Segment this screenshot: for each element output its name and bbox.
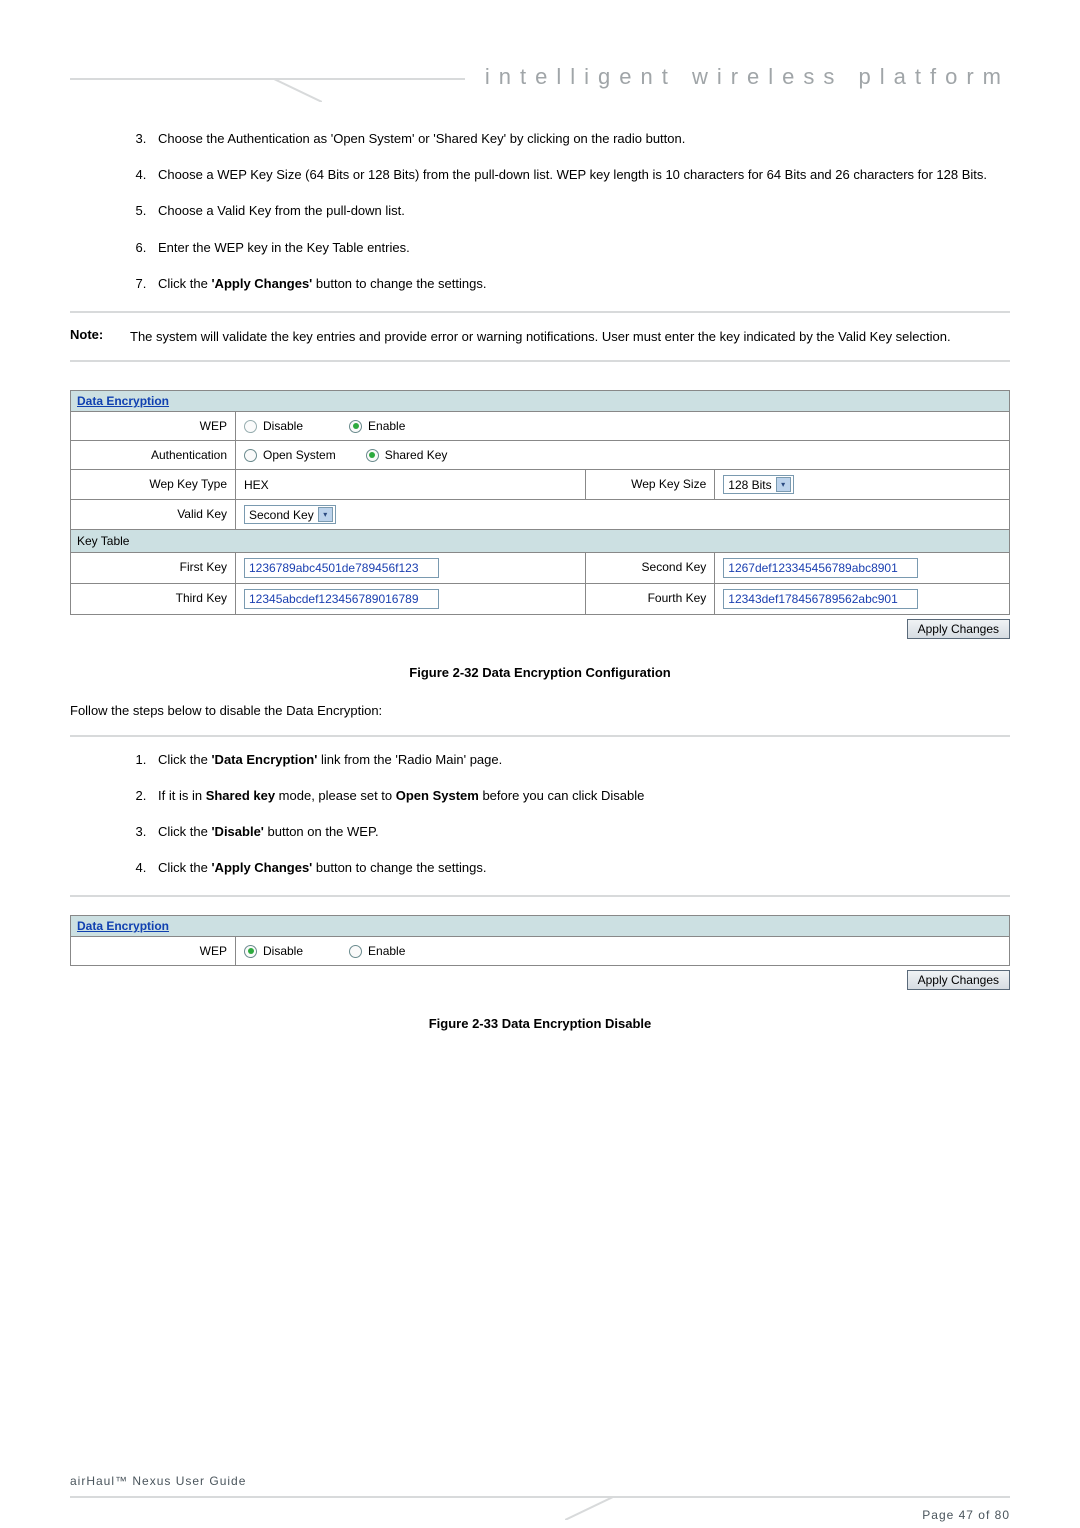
auth-shared-radio[interactable] bbox=[366, 449, 379, 462]
step-item: If it is in Shared key mode, please set … bbox=[150, 787, 1000, 805]
auth-shared-text: Shared Key bbox=[385, 448, 448, 462]
wep-enable-radio[interactable] bbox=[349, 945, 362, 958]
note-text: The system will validate the key entries… bbox=[130, 327, 1010, 347]
wepkeysize-select[interactable]: 128 Bits ▾ bbox=[723, 475, 793, 494]
step-item: Choose a WEP Key Size (64 Bits or 128 Bi… bbox=[150, 166, 1000, 184]
wep-label: WEP bbox=[71, 412, 236, 440]
step-item: Enter the WEP key in the Key Table entri… bbox=[150, 239, 1000, 257]
footer-product: airHaul™ Nexus User Guide bbox=[70, 1474, 246, 1488]
auth-label: Authentication bbox=[71, 441, 236, 469]
wepkeysize-label: Wep Key Size bbox=[585, 470, 715, 499]
firstkey-input[interactable] bbox=[244, 558, 439, 578]
keytable-header: Key Table bbox=[71, 530, 1009, 553]
wep-enable-text: Enable bbox=[368, 944, 405, 958]
firstkey-label: First Key bbox=[71, 553, 236, 583]
figure-caption-1: Figure 2-32 Data Encryption Configuratio… bbox=[70, 665, 1010, 680]
wep-disable-text: Disable bbox=[263, 944, 303, 958]
steps-list-1: Choose the Authentication as 'Open Syste… bbox=[150, 130, 1000, 293]
chevron-down-icon: ▾ bbox=[776, 477, 791, 492]
note-block: Note: The system will validate the key e… bbox=[70, 327, 1010, 347]
auth-open-text: Open System bbox=[263, 448, 336, 462]
fourthkey-input[interactable] bbox=[723, 589, 918, 609]
follow-text: Follow the steps below to disable the Da… bbox=[70, 702, 1010, 720]
secondkey-label: Second Key bbox=[585, 553, 715, 583]
wep-label: WEP bbox=[71, 937, 236, 965]
footer-page-number: Page 47 of 80 bbox=[922, 1508, 1010, 1522]
wep-disable-text: Disable bbox=[263, 419, 303, 433]
fourthkey-label: Fourth Key bbox=[585, 584, 715, 614]
panel-title-link[interactable]: Data Encryption bbox=[71, 916, 1009, 937]
header-tagline: intelligent wireless platform bbox=[465, 64, 1010, 90]
thirdkey-label: Third Key bbox=[71, 584, 236, 614]
thirdkey-input[interactable] bbox=[244, 589, 439, 609]
apply-changes-button[interactable]: Apply Changes bbox=[907, 970, 1010, 990]
page-footer: airHaul™ Nexus User Guide Page 47 of 80 bbox=[70, 1496, 1010, 1498]
figure-caption-2: Figure 2-33 Data Encryption Disable bbox=[70, 1016, 1010, 1031]
wep-disable-radio[interactable] bbox=[244, 420, 257, 433]
steps-list-2: Click the 'Data Encryption' link from th… bbox=[150, 751, 1000, 878]
step-item: Click the 'Apply Changes' button to chan… bbox=[150, 275, 1000, 293]
validkey-select[interactable]: Second Key ▾ bbox=[244, 505, 336, 524]
wepkeytype-label: Wep Key Type bbox=[71, 470, 236, 499]
validkey-label: Valid Key bbox=[71, 500, 236, 529]
wep-enable-text: Enable bbox=[368, 419, 405, 433]
apply-changes-button[interactable]: Apply Changes bbox=[907, 619, 1010, 639]
wep-enable-radio[interactable] bbox=[349, 420, 362, 433]
note-label: Note: bbox=[70, 327, 130, 347]
data-encryption-panel-enabled: Data Encryption WEP Disable Enable Authe… bbox=[70, 390, 1010, 615]
wep-disable-radio[interactable] bbox=[244, 945, 257, 958]
auth-open-radio[interactable] bbox=[244, 449, 257, 462]
step-item: Choose the Authentication as 'Open Syste… bbox=[150, 130, 1000, 148]
step-item: Click the 'Apply Changes' button to chan… bbox=[150, 859, 1000, 877]
data-encryption-panel-disabled: Data Encryption WEP Disable Enable bbox=[70, 915, 1010, 966]
secondkey-input[interactable] bbox=[723, 558, 918, 578]
step-item: Click the 'Disable' button on the WEP. bbox=[150, 823, 1000, 841]
step-item: Choose a Valid Key from the pull-down li… bbox=[150, 202, 1000, 220]
wepkeytype-value: HEX bbox=[244, 478, 269, 492]
chevron-down-icon: ▾ bbox=[318, 507, 333, 522]
step-item: Click the 'Data Encryption' link from th… bbox=[150, 751, 1000, 769]
panel-title-link[interactable]: Data Encryption bbox=[71, 391, 1009, 412]
